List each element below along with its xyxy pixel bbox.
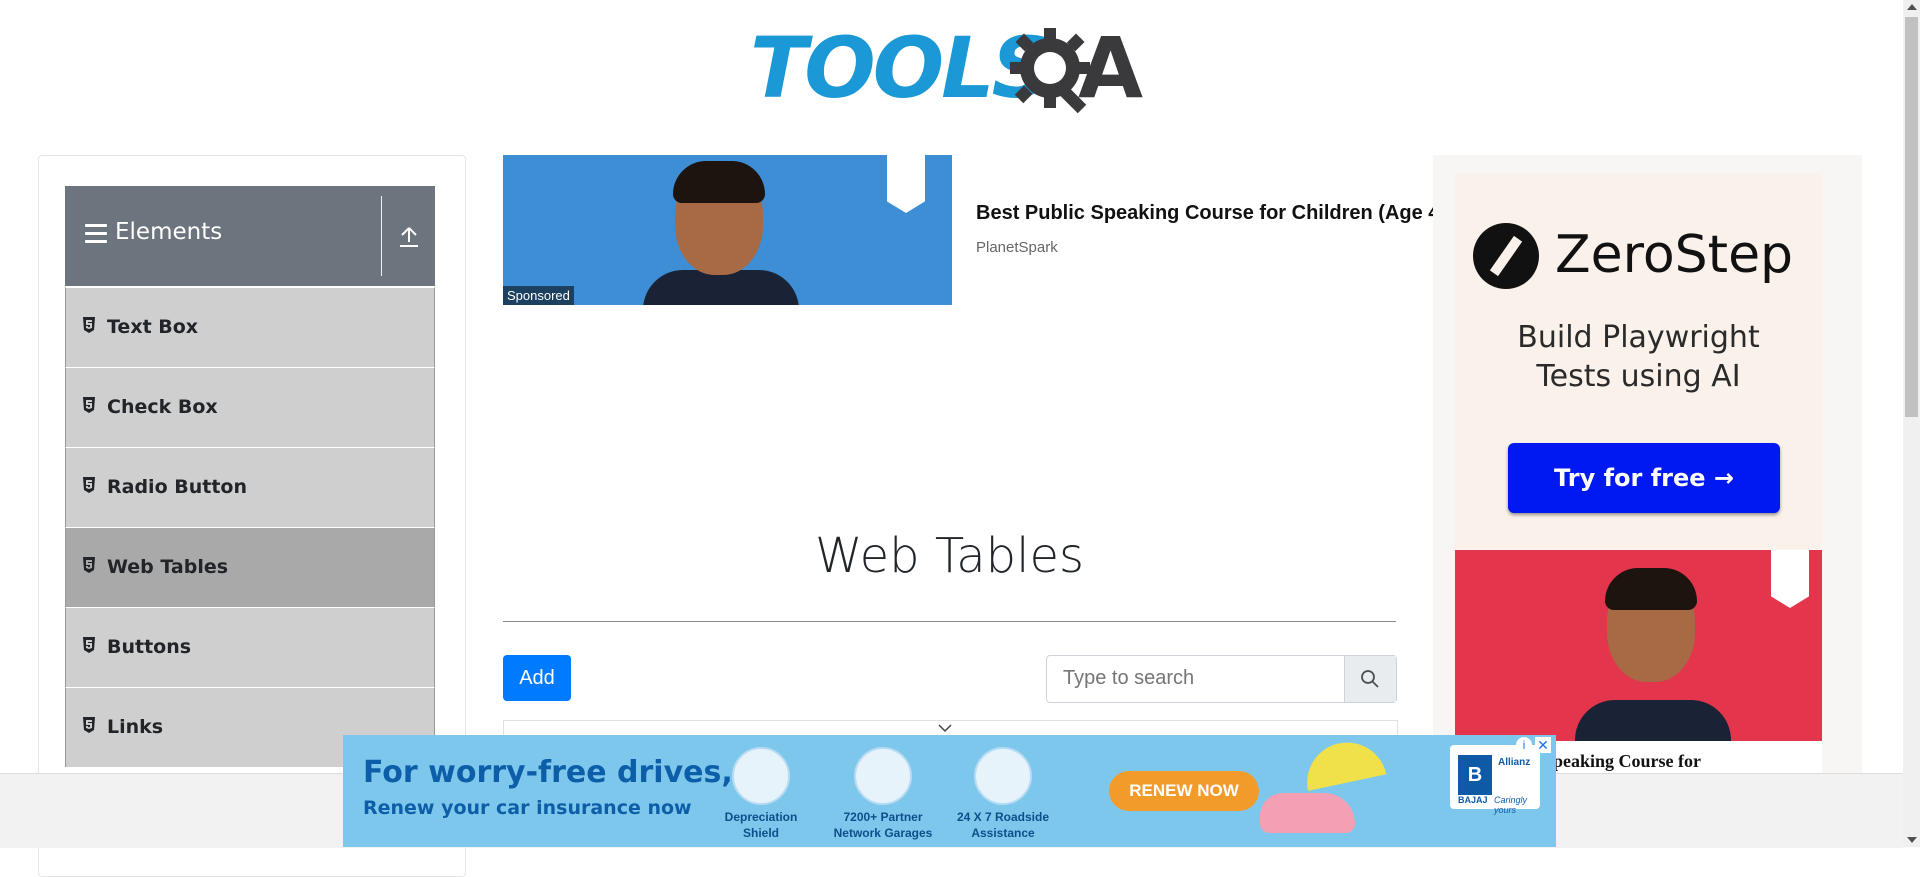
site-logo[interactable]: TOOLS A bbox=[748, 18, 1152, 117]
sidebar-item-web-tables[interactable]: Web Tables bbox=[65, 527, 435, 607]
bajaj-allianz-logo: B Allianz BAJAJ Caringly yours bbox=[1450, 745, 1540, 815]
feature-roadside: 24 X 7 Roadside Assistance bbox=[943, 747, 1063, 841]
feature-label-line1: Depreciation bbox=[724, 810, 798, 824]
car-graphic bbox=[1260, 793, 1355, 833]
feature-depreciation: Depreciation Shield bbox=[701, 747, 821, 841]
html5-icon bbox=[83, 557, 95, 573]
ad-person-body bbox=[643, 270, 799, 305]
umbrella-graphic bbox=[1299, 735, 1387, 791]
search-input[interactable] bbox=[1047, 656, 1327, 700]
elements-menu-list: Text Box Check Box Radio Button Web Tabl… bbox=[65, 287, 435, 767]
zerostep-brand: ZeroStep bbox=[1555, 225, 1794, 285]
elements-group-header[interactable]: Elements bbox=[65, 186, 435, 286]
title-divider bbox=[503, 621, 1396, 622]
feature-garages: 7200+ Partner Network Garages bbox=[823, 747, 943, 841]
sponsored-ad-title[interactable]: Best Public Speaking Course for Children… bbox=[976, 202, 1434, 225]
right-ad-column: ZeroStep Build Playwright Tests using AI… bbox=[1433, 155, 1862, 775]
planetspark-badge bbox=[1771, 550, 1809, 608]
sidebar-item-label: Links bbox=[107, 716, 164, 738]
scroll-up-icon[interactable] bbox=[1907, 4, 1917, 10]
ad-person-hair bbox=[673, 161, 765, 203]
feature-label-line2: Shield bbox=[742, 826, 779, 840]
page-title: Web Tables bbox=[814, 528, 1085, 584]
chevron-down-icon[interactable] bbox=[938, 723, 952, 733]
feature-label-line2: Assistance bbox=[971, 826, 1035, 840]
bottom-ad-headline: For worry-free drives, bbox=[363, 755, 733, 790]
tow-truck-icon bbox=[974, 747, 1032, 805]
sidebar-item-label: Buttons bbox=[107, 636, 192, 658]
planetspark-badge bbox=[887, 155, 925, 213]
sidebar-item-text-box[interactable]: Text Box bbox=[65, 287, 435, 367]
ad-close-icon[interactable]: ✕ bbox=[1535, 737, 1551, 753]
html5-icon bbox=[83, 477, 95, 493]
feature-label-line1: 7200+ Partner bbox=[843, 810, 923, 824]
feature-label: 24 X 7 Roadside Assistance bbox=[943, 809, 1063, 841]
sidebar-item-check-box[interactable]: Check Box bbox=[65, 367, 435, 447]
scroll-down-icon[interactable] bbox=[1907, 837, 1917, 843]
sidebar-item-radio-button[interactable]: Radio Button bbox=[65, 447, 435, 527]
zerostep-logo-icon bbox=[1473, 223, 1539, 289]
logo-text-tools: TOOLS bbox=[750, 19, 1052, 117]
zerostep-tagline-line2: Tests using AI bbox=[1536, 359, 1741, 394]
sidebar-item-label: Web Tables bbox=[107, 556, 229, 578]
collapse-icon[interactable] bbox=[397, 224, 421, 250]
html5-icon bbox=[83, 717, 95, 733]
feature-label-line1: 24 X 7 Roadside bbox=[956, 810, 1050, 824]
feature-label: 7200+ Partner Network Garages bbox=[823, 809, 943, 841]
sidebar-item-label: Check Box bbox=[107, 396, 218, 418]
search-icon bbox=[1361, 670, 1379, 688]
garage-icon bbox=[854, 747, 912, 805]
shield-car-icon bbox=[732, 747, 790, 805]
group-title: Elements bbox=[115, 219, 223, 245]
feature-label-line2: Network Garages bbox=[833, 826, 933, 840]
bajaj-name: BAJAJ bbox=[1458, 795, 1488, 805]
html5-icon bbox=[83, 397, 95, 413]
sidebar-item-label: Text Box bbox=[107, 316, 199, 338]
partner-name: Allianz bbox=[1498, 757, 1531, 768]
sidebar-item-buttons[interactable]: Buttons bbox=[65, 607, 435, 687]
ad-info-icon[interactable]: i bbox=[1516, 737, 1532, 753]
menu-icon bbox=[85, 224, 107, 246]
html5-icon bbox=[83, 637, 95, 653]
sponsored-ad-image[interactable]: Sponsored bbox=[503, 155, 952, 305]
search-box bbox=[1046, 655, 1397, 703]
ad-caption-text: Speaking Course for bbox=[1543, 751, 1702, 771]
try-for-free-button[interactable]: Try for free → bbox=[1508, 443, 1780, 513]
sponsored-ad-source[interactable]: PlanetSpark bbox=[976, 239, 1058, 256]
scrollbar-thumb[interactable] bbox=[1905, 17, 1918, 417]
bajaj-logo-mark: B bbox=[1458, 755, 1492, 795]
brand-slogan: Caringly yours bbox=[1494, 795, 1528, 815]
bottom-ad-subline: Renew your car insurance now bbox=[363, 797, 692, 819]
ad-person-hair bbox=[1605, 568, 1697, 610]
html5-icon bbox=[83, 317, 95, 333]
logo-text-a: A bbox=[1078, 19, 1143, 117]
search-button[interactable] bbox=[1344, 656, 1396, 702]
add-button[interactable]: Add bbox=[503, 655, 571, 701]
sponsored-tag: Sponsored bbox=[503, 286, 574, 305]
bottom-banner-ad[interactable]: For worry-free drives, Renew your car in… bbox=[343, 735, 1556, 847]
renew-now-button[interactable]: RENEW NOW bbox=[1109, 771, 1259, 811]
feature-label: Depreciation Shield bbox=[701, 809, 821, 841]
zerostep-ad[interactable]: ZeroStep Build Playwright Tests using AI… bbox=[1455, 173, 1822, 549]
sidebar-item-label: Radio Button bbox=[107, 476, 247, 498]
zerostep-tagline-line1: Build Playwright bbox=[1517, 320, 1760, 355]
page-scrollbar[interactable] bbox=[1903, 0, 1920, 847]
group-divider bbox=[381, 196, 382, 276]
zerostep-tagline: Build Playwright Tests using AI bbox=[1455, 318, 1822, 396]
